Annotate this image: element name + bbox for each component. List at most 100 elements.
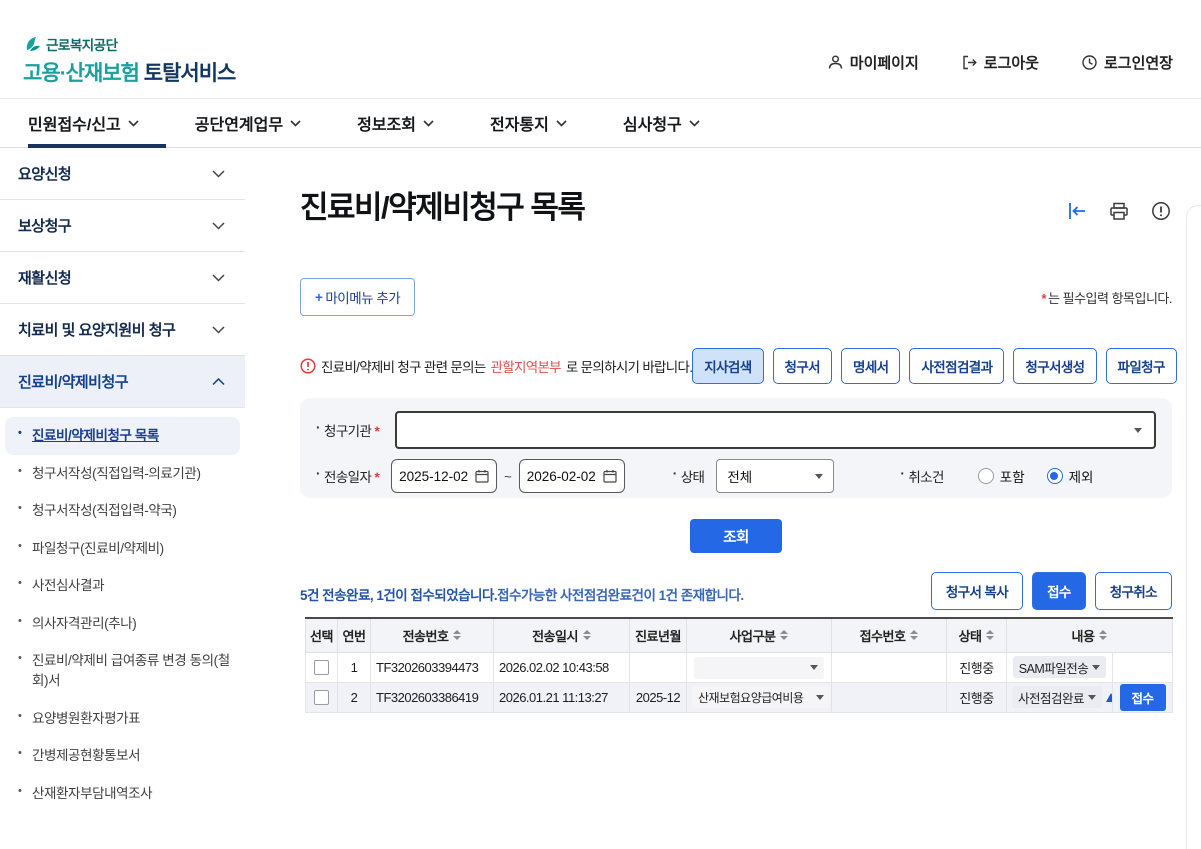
- business-type-select[interactable]: 산재보험요양급여비용: [692, 686, 830, 708]
- global-nav: 민원접수/신고 공단연계업무 정보조회 전자통지 심사청구: [0, 98, 1201, 148]
- row-receipt-button[interactable]: 접수: [1120, 684, 1166, 711]
- chevron-down-icon: [689, 120, 700, 127]
- mymenu-row: + 마이메뉴 추가 *는 필수입력 항목입니다.: [300, 278, 1172, 316]
- nav-item-civil-report[interactable]: 민원접수/신고: [28, 111, 139, 135]
- triangle-up-icon[interactable]: [1106, 693, 1112, 702]
- claim-form-button[interactable]: 청구서: [773, 348, 832, 384]
- sort-icon[interactable]: [780, 630, 788, 640]
- chevron-down-icon: [816, 695, 824, 700]
- receipt-button[interactable]: 접수: [1032, 572, 1086, 610]
- sidebar-item-benefit-type-change[interactable]: 진료비/약제비 급여종류 변경 동의(철회)서: [5, 642, 240, 699]
- claim-org-select[interactable]: [395, 411, 1156, 449]
- radio-include[interactable]: 포함: [978, 466, 1025, 486]
- plus-icon: +: [315, 290, 322, 305]
- cancel-claim-button[interactable]: 청구취소: [1095, 572, 1172, 610]
- sidebar-section-medical-claim[interactable]: 진료비/약제비청구: [0, 356, 245, 408]
- chevron-down-icon: [1092, 665, 1100, 670]
- notice-highlight[interactable]: 관할지역본부: [491, 356, 561, 376]
- sort-icon[interactable]: [986, 630, 994, 640]
- sort-icon[interactable]: [1099, 630, 1107, 640]
- col-send-datetime: 전송일시: [494, 618, 630, 652]
- logout-label: 로그아웃: [984, 52, 1039, 73]
- date-from-input[interactable]: 2025-12-02: [391, 459, 497, 493]
- radio-include-label: 포함: [1000, 466, 1025, 486]
- row-checkbox[interactable]: [314, 660, 329, 675]
- search-button[interactable]: 조회: [690, 519, 782, 553]
- info-icon[interactable]: [1150, 200, 1172, 222]
- sidebar: 요양신청 보상청구 재활신청 치료비 및 요양지원비 청구 진료비/약제비청구 …: [0, 148, 245, 849]
- required-asterisk: *: [374, 424, 379, 439]
- sidebar-item-doctor-qualification[interactable]: 의사자격관리(추나): [5, 605, 240, 643]
- business-type-select[interactable]: [694, 657, 824, 679]
- date-row: 전송일자 * 2025-12-02 ~ 2026-02-02: [316, 459, 1156, 493]
- cell-status: 진행중: [947, 652, 1007, 682]
- date-to-input[interactable]: 2026-02-02: [519, 459, 625, 493]
- chevron-down-icon: [290, 120, 301, 127]
- sidebar-section-care-apply[interactable]: 요양신청: [0, 148, 245, 200]
- cell-treatment-month: 2025-12: [630, 682, 687, 712]
- notice-pre: 진료비/약제비 청구 관련 문의는: [321, 356, 486, 376]
- statement-button[interactable]: 명세서: [841, 348, 900, 384]
- sidebar-item-nursing-report[interactable]: 간병제공현황통보서: [5, 737, 240, 775]
- cancel-label: 취소건: [900, 466, 943, 486]
- sidebar-item-claim-list[interactable]: 진료비/약제비청구 목록: [5, 417, 240, 455]
- collapsed-side-panel-edge[interactable]: [1186, 205, 1201, 849]
- radio-exclude[interactable]: 제외: [1047, 466, 1094, 486]
- alert-icon: [300, 358, 316, 374]
- nav-item-review-claim[interactable]: 심사청구: [623, 111, 700, 135]
- cell-content: 사전점검완료: [1007, 682, 1113, 712]
- summary-sent: 5건 전송완료, 1건이 접수되었습니다.: [300, 588, 497, 603]
- content-value: 사전점검완료: [1018, 688, 1084, 707]
- required-asterisk: *: [1042, 291, 1047, 306]
- cell-receipt-no: [832, 652, 947, 682]
- sidebar-section-treatment-cost[interactable]: 치료비 및 요양지원비 청구: [0, 304, 245, 356]
- login-extend-link[interactable]: 로그인연장: [1081, 52, 1173, 73]
- cell-status: 진행중: [947, 682, 1007, 712]
- logo-service-teal: 고용·산재보험: [23, 62, 139, 85]
- sidebar-section-compensation[interactable]: 보상청구: [0, 200, 245, 252]
- cell-business-type: 산재보험요양급여비용: [687, 682, 832, 712]
- copy-claim-button[interactable]: 청구서 복사: [931, 572, 1023, 610]
- sidebar-submenu: 진료비/약제비청구 목록 청구서작성(직접입력-의료기관) 청구서작성(직접입력…: [0, 408, 245, 812]
- cancel-radio-group: 포함 제외: [978, 466, 1094, 486]
- row-checkbox[interactable]: [314, 690, 329, 705]
- cell-no: 2: [338, 682, 371, 712]
- branch-search-button[interactable]: 지사검색: [692, 348, 763, 384]
- cell-send-no: TF3202603386419: [371, 682, 494, 712]
- cell-receipt-no: [832, 682, 947, 712]
- logo-service-dark: 토탈서비스: [144, 62, 236, 85]
- col-label: 내용: [1072, 626, 1095, 645]
- status-select-value: 전체: [727, 466, 752, 486]
- content-select[interactable]: 사전점검완료: [1012, 686, 1102, 708]
- sidebar-item-file-claim[interactable]: 파일청구(진료비/약제비): [5, 530, 240, 568]
- sort-icon[interactable]: [583, 630, 591, 640]
- sidebar-item-claim-write-medical[interactable]: 청구서작성(직접입력-의료기관): [5, 455, 240, 493]
- sidebar-item-hospital-patient-eval[interactable]: 요양병원환자평가표: [5, 700, 240, 738]
- calendar-icon: [603, 469, 617, 483]
- nav-item-info-search[interactable]: 정보조회: [357, 111, 434, 135]
- section-label: 보상청구: [18, 215, 71, 236]
- content-select[interactable]: SAM파일전송: [1013, 656, 1107, 678]
- sidebar-section-rehab[interactable]: 재활신청: [0, 252, 245, 304]
- sidebar-item-patient-burden-survey[interactable]: 산재환자부담내역조사: [5, 775, 240, 813]
- service-logo[interactable]: 근로복지공단 고용·산재보험 토탈서비스: [23, 34, 235, 87]
- sort-icon[interactable]: [453, 630, 461, 640]
- pre-check-result-button[interactable]: 사전점검결과: [909, 348, 1004, 384]
- claim-generate-button[interactable]: 청구서생성: [1013, 348, 1096, 384]
- status-select[interactable]: 전체: [716, 459, 834, 493]
- mypage-link[interactable]: 마이페이지: [827, 52, 919, 73]
- date-range-tilde: ~: [504, 469, 512, 484]
- sidebar-item-pre-review-result[interactable]: 사전심사결과: [5, 567, 240, 605]
- file-claim-button[interactable]: 파일청구: [1106, 348, 1177, 384]
- nav-item-e-notice[interactable]: 전자통지: [490, 111, 567, 135]
- required-asterisk: *: [374, 470, 379, 485]
- sort-icon[interactable]: [910, 630, 918, 640]
- notice-row: 진료비/약제비 청구 관련 문의는 관할지역본부로 문의하시기 바랍니다. 지사…: [300, 348, 1172, 384]
- logout-link[interactable]: 로그아웃: [961, 52, 1039, 73]
- add-mymenu-button[interactable]: + 마이메뉴 추가: [300, 278, 415, 316]
- org-row: 청구기관 *: [316, 411, 1156, 449]
- collapse-left-icon[interactable]: [1066, 200, 1088, 222]
- sidebar-item-claim-write-pharmacy[interactable]: 청구서작성(직접입력-약국): [5, 492, 240, 530]
- nav-item-agency-work[interactable]: 공단연계업무: [195, 111, 301, 135]
- printer-icon[interactable]: [1108, 200, 1130, 222]
